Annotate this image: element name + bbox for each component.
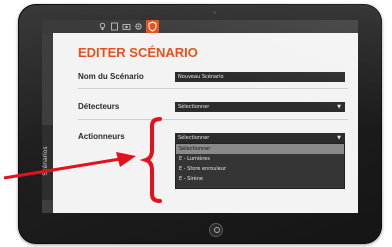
- camera-dot: [213, 11, 216, 14]
- actuators-label: Actionneurs: [78, 132, 125, 141]
- device-icon[interactable]: [110, 22, 119, 31]
- dropdown-option[interactable]: Sélectionner: [176, 144, 344, 154]
- top-toolbar: [42, 20, 358, 33]
- tablet-frame: Scénarios EDITER SCÉNARIO Nom du Scénari…: [18, 4, 382, 244]
- scenario-name-field[interactable]: Nouveau Scénario: [175, 72, 345, 82]
- actuators-select[interactable]: Sélectionner ▼: [175, 133, 345, 143]
- detectors-label: Détecteurs: [78, 102, 120, 111]
- side-tab-label: Scénarios: [42, 146, 49, 176]
- power-icon: [214, 227, 220, 233]
- shield-icon[interactable]: [146, 20, 159, 33]
- dropdown-option[interactable]: E - Store enrouleur: [176, 164, 344, 174]
- chevron-down-icon: ▼: [337, 104, 341, 110]
- lightbulb-icon[interactable]: [98, 22, 107, 31]
- divider: [78, 119, 348, 120]
- divider: [78, 88, 348, 89]
- scenario-name-value: Nouveau Scénario: [178, 74, 224, 80]
- page-title: EDITER SCÉNARIO: [78, 45, 198, 60]
- app-screen: Scénarios EDITER SCÉNARIO Nom du Scénari…: [42, 20, 358, 213]
- chevron-down-icon: ▼: [337, 135, 341, 141]
- settings-icon[interactable]: [134, 22, 143, 31]
- name-label: Nom du Scénario: [78, 72, 144, 81]
- dropdown-option[interactable]: E - Lumières: [176, 154, 344, 164]
- camera-icon[interactable]: [122, 22, 131, 31]
- actuators-dropdown-list: Sélectionner E - Lumières E - Store enro…: [175, 143, 345, 189]
- detectors-value: Sélectionner: [178, 104, 210, 110]
- detectors-select[interactable]: Sélectionner ▼: [175, 102, 345, 112]
- home-button[interactable]: [209, 223, 223, 237]
- dropdown-option[interactable]: E - Sirène: [176, 174, 344, 184]
- actuators-value: Sélectionner: [178, 135, 210, 141]
